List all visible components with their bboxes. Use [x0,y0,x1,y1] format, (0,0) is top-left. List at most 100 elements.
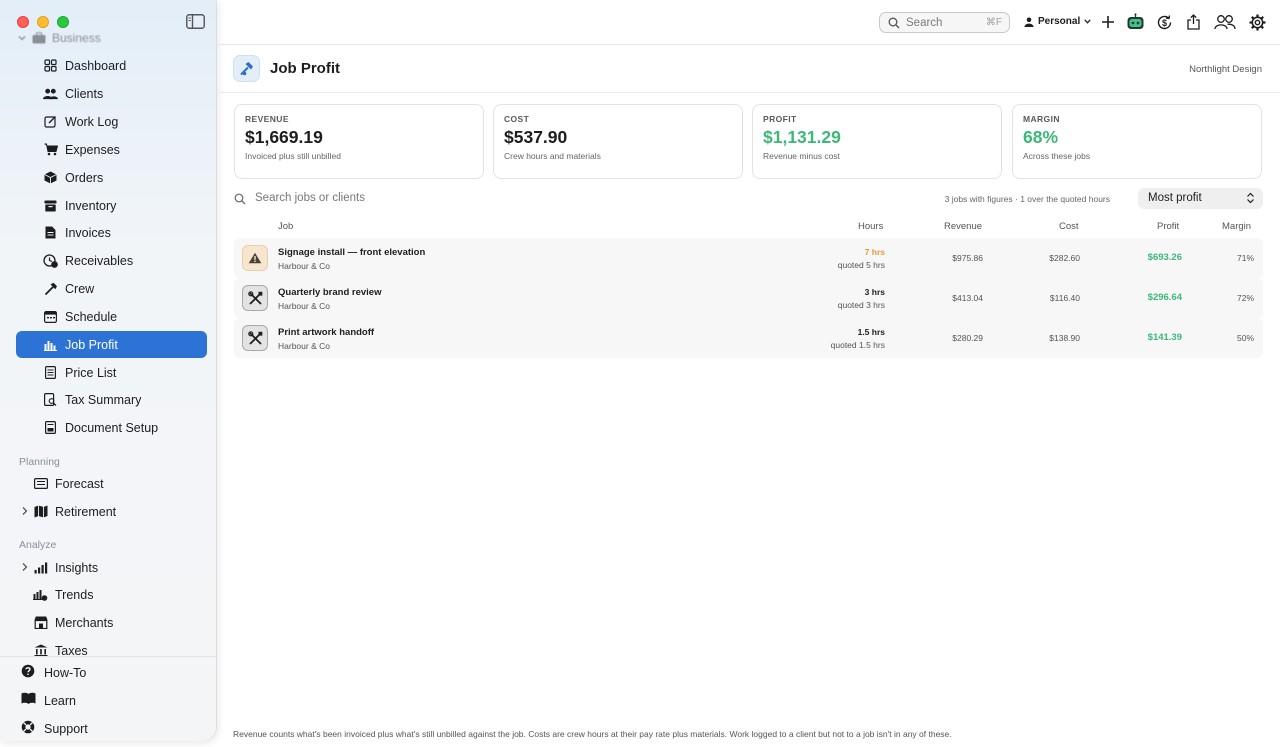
sidebar-item-label: Dashboard [65,59,127,73]
sidebar-item-clients[interactable]: Clients [16,80,207,107]
profile-name: Personal [1038,16,1081,27]
minimize-window-button[interactable] [37,16,49,28]
sidebar-item-price-list[interactable]: Price List [16,359,207,386]
job-cost: $116.40 [1049,293,1080,303]
kpi-card-profit: PROFIT $1,131.29 Revenue minus cost [752,104,1002,179]
svg-text:$: $ [1161,17,1166,27]
column-header-job[interactable]: Job [278,221,293,232]
company-name: Northlight Design [1189,64,1262,75]
share-icon [1186,14,1200,30]
close-window-button[interactable] [17,16,29,28]
trend-chart-icon [33,587,48,602]
sidebar-item-how-to[interactable]: How-To [0,660,216,684]
job-hours: 7 hrs [864,247,885,257]
cart-icon [43,142,58,157]
hammer-icon [240,62,253,76]
sidebar-item-merchants[interactable]: Merchants [16,609,207,636]
sidebar-item-label: Trends [55,588,94,602]
table-row[interactable]: Print artwork handoff Harbour & Co 1.5 h… [234,318,1263,358]
tools-icon [242,285,268,311]
sidebar-item-dashboard[interactable]: Dashboard [16,52,207,79]
sidebar-item-retirement[interactable]: Retirement [16,498,207,525]
kpi-value: 68% [1023,127,1059,147]
assistant-button[interactable] [1125,12,1145,32]
sidebar-item-label: How-To [44,666,87,680]
dollar-cycle-icon: $ [1157,14,1171,29]
sidebar-item-invoices[interactable]: Invoices [16,219,207,246]
kpi-value: $1,131.29 [763,127,841,147]
storefront-icon [33,615,48,630]
sidebar-item-support[interactable]: Support [0,716,216,740]
global-search-placeholder: Search [906,17,943,29]
sidebar-item-label: Merchants [55,616,114,630]
page-header: Job Profit Northlight Design [216,45,1280,93]
section-planning-label: Planning [19,456,60,468]
sidebar-item-tax-summary[interactable]: Tax Summary [16,386,207,413]
settings-button[interactable] [1247,12,1267,32]
column-header-cost[interactable]: Cost [1059,221,1079,232]
add-button[interactable] [1098,12,1118,32]
section-business[interactable]: Business [18,31,101,45]
sidebar-item-work-log[interactable]: Work Log [16,108,207,135]
sidebar-item-forecast[interactable]: Forecast [16,470,207,497]
sidebar-item-job-profit[interactable]: Job Profit [16,331,207,358]
job-hours: 1.5 hrs [857,327,885,337]
sidebar-item-receivables[interactable]: Receivables [16,247,207,274]
clock-dollar-icon [43,253,58,268]
global-search-input[interactable]: Search ⌘F [879,12,1010,33]
job-margin: 50% [1236,333,1254,343]
chevron-right-icon[interactable] [20,506,30,516]
section-analyze-label: Analyze [19,539,57,551]
warning-icon [242,245,268,271]
sidebar-item-label: Schedule [65,310,118,324]
column-header-margin[interactable]: Margin [1222,221,1251,232]
chevron-right-icon[interactable] [20,562,30,572]
money-history-button[interactable]: $ [1154,12,1174,32]
sidebar-item-schedule[interactable]: Schedule [16,303,207,330]
search-shortcut: ⌘F [985,17,1002,28]
sidebar-item-label: Inventory [65,199,117,213]
doc-settings-icon [43,420,58,435]
sidebar-toggle-icon[interactable] [186,14,205,29]
sidebar-item-trends[interactable]: Trends [16,581,207,608]
kpi-label: MARGIN [1023,114,1060,124]
job-revenue: $280.29 [952,333,983,343]
kpi-value: $1,669.19 [245,127,323,147]
sidebar-item-label: Document Setup [65,421,159,435]
people-outline-icon [1214,15,1236,30]
job-revenue: $413.04 [952,293,983,303]
sidebar-item-crew[interactable]: Crew [16,275,207,302]
column-header-hours[interactable]: Hours [858,221,883,232]
toolbar: Search ⌘F Personal $ [216,0,1280,45]
column-header-revenue[interactable]: Revenue [944,221,982,232]
sidebar-item-label: Receivables [65,254,134,268]
column-header-profit[interactable]: Profit [1157,221,1179,232]
zoom-window-button[interactable] [57,16,69,28]
collaborators-button[interactable] [1213,12,1237,32]
sort-select[interactable]: Most profit [1138,188,1263,209]
sidebar-item-expenses[interactable]: Expenses [16,136,207,163]
job-cost: $138.90 [1049,333,1080,343]
doc-magnify-icon [43,392,58,407]
sidebar-item-label: Retirement [55,505,117,519]
share-button[interactable] [1183,12,1203,32]
briefcase-icon [32,32,46,44]
sidebar-item-label: Orders [65,171,104,185]
job-name: Quarterly brand review [278,287,382,298]
sidebar-item-label: Price List [65,366,117,380]
table-row[interactable]: Quarterly brand review Harbour & Co 3 hr… [234,278,1263,318]
sidebar-item-document-setup[interactable]: Document Setup [16,414,207,441]
sidebar-item-label: Forecast [55,477,104,491]
pencil-square-icon [43,114,58,129]
calendar-icon [43,309,58,324]
bar-chart-icon [43,337,58,352]
sidebar-item-inventory[interactable]: Inventory [16,192,207,219]
table-row[interactable]: Signage install — front elevation Harbou… [234,238,1263,278]
sidebar-item-orders[interactable]: Orders [16,164,207,191]
profile-switcher[interactable]: Personal [1024,16,1091,27]
sidebar-item-insights[interactable]: Insights [16,554,207,581]
box-icon [43,170,58,185]
sidebar-item-learn[interactable]: Learn [0,688,216,712]
kpi-note: Revenue minus cost [763,151,841,161]
job-search-input[interactable] [255,192,555,204]
